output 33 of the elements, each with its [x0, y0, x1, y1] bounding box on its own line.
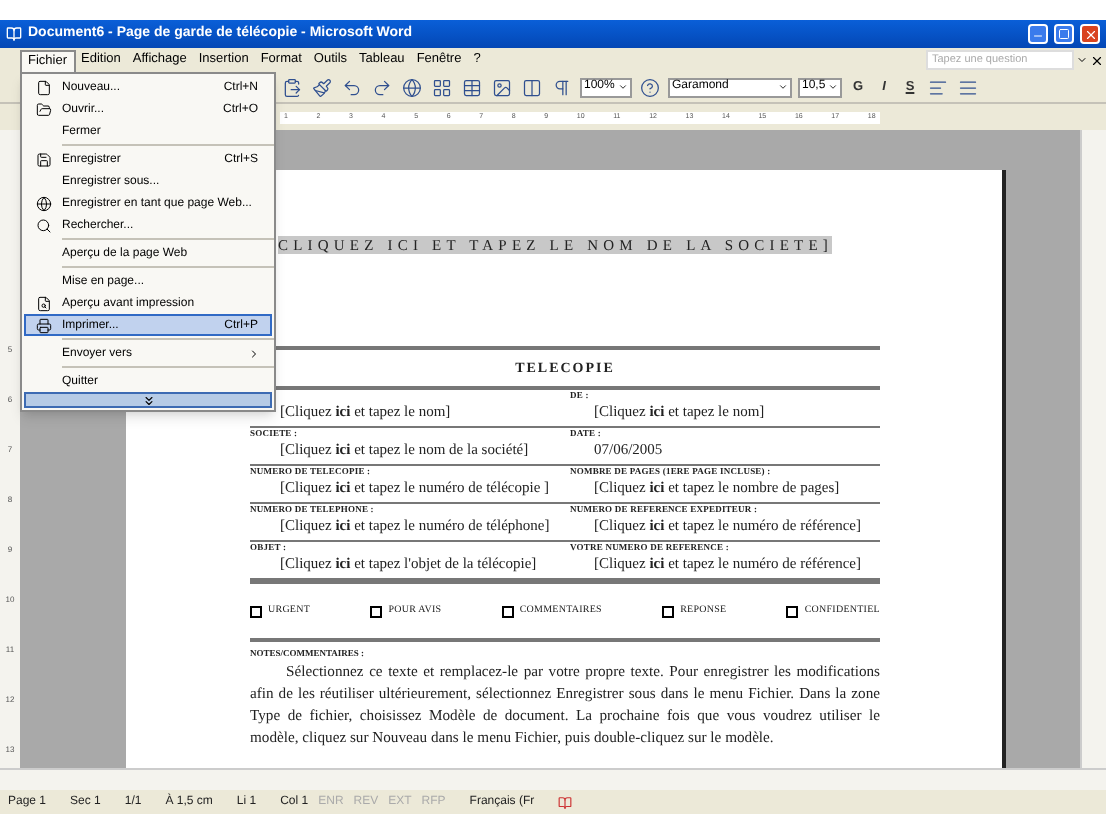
checkbox[interactable] [501, 605, 514, 618]
redo-icon[interactable] [370, 75, 394, 99]
help-icon[interactable] [638, 75, 662, 99]
paintbrush-icon[interactable] [310, 75, 334, 99]
page-magnifier-icon [36, 295, 52, 311]
page-icon [36, 79, 52, 95]
expand-menu-button[interactable] [24, 392, 272, 408]
picture-icon[interactable] [490, 75, 514, 99]
double-chevron-icon [141, 393, 155, 407]
printer-icon [36, 317, 52, 333]
square-icon [1058, 28, 1070, 40]
search-icon [36, 217, 52, 233]
globe-icon[interactable] [400, 75, 424, 99]
pilcrow-icon[interactable] [550, 75, 574, 99]
book-icon [558, 795, 573, 809]
paste-icon[interactable] [280, 75, 304, 99]
table-icon[interactable] [460, 75, 484, 99]
minimize-button[interactable] [1028, 24, 1048, 44]
checkbox[interactable] [370, 605, 383, 618]
checkbox[interactable] [250, 605, 262, 618]
close-button[interactable] [1080, 24, 1100, 44]
checkbox[interactable] [786, 605, 799, 618]
globe-icon [36, 195, 52, 211]
checkbox[interactable] [662, 605, 675, 618]
folder-icon [36, 101, 52, 117]
minus-icon [1032, 30, 1044, 42]
close-icon [1083, 27, 1097, 41]
grid-icon[interactable] [430, 75, 454, 99]
restore-button[interactable] [1054, 24, 1074, 44]
columns-icon[interactable] [520, 75, 544, 99]
close-document-icon[interactable] [1090, 53, 1104, 67]
document-icon [6, 26, 22, 42]
undo-icon[interactable] [340, 75, 364, 99]
